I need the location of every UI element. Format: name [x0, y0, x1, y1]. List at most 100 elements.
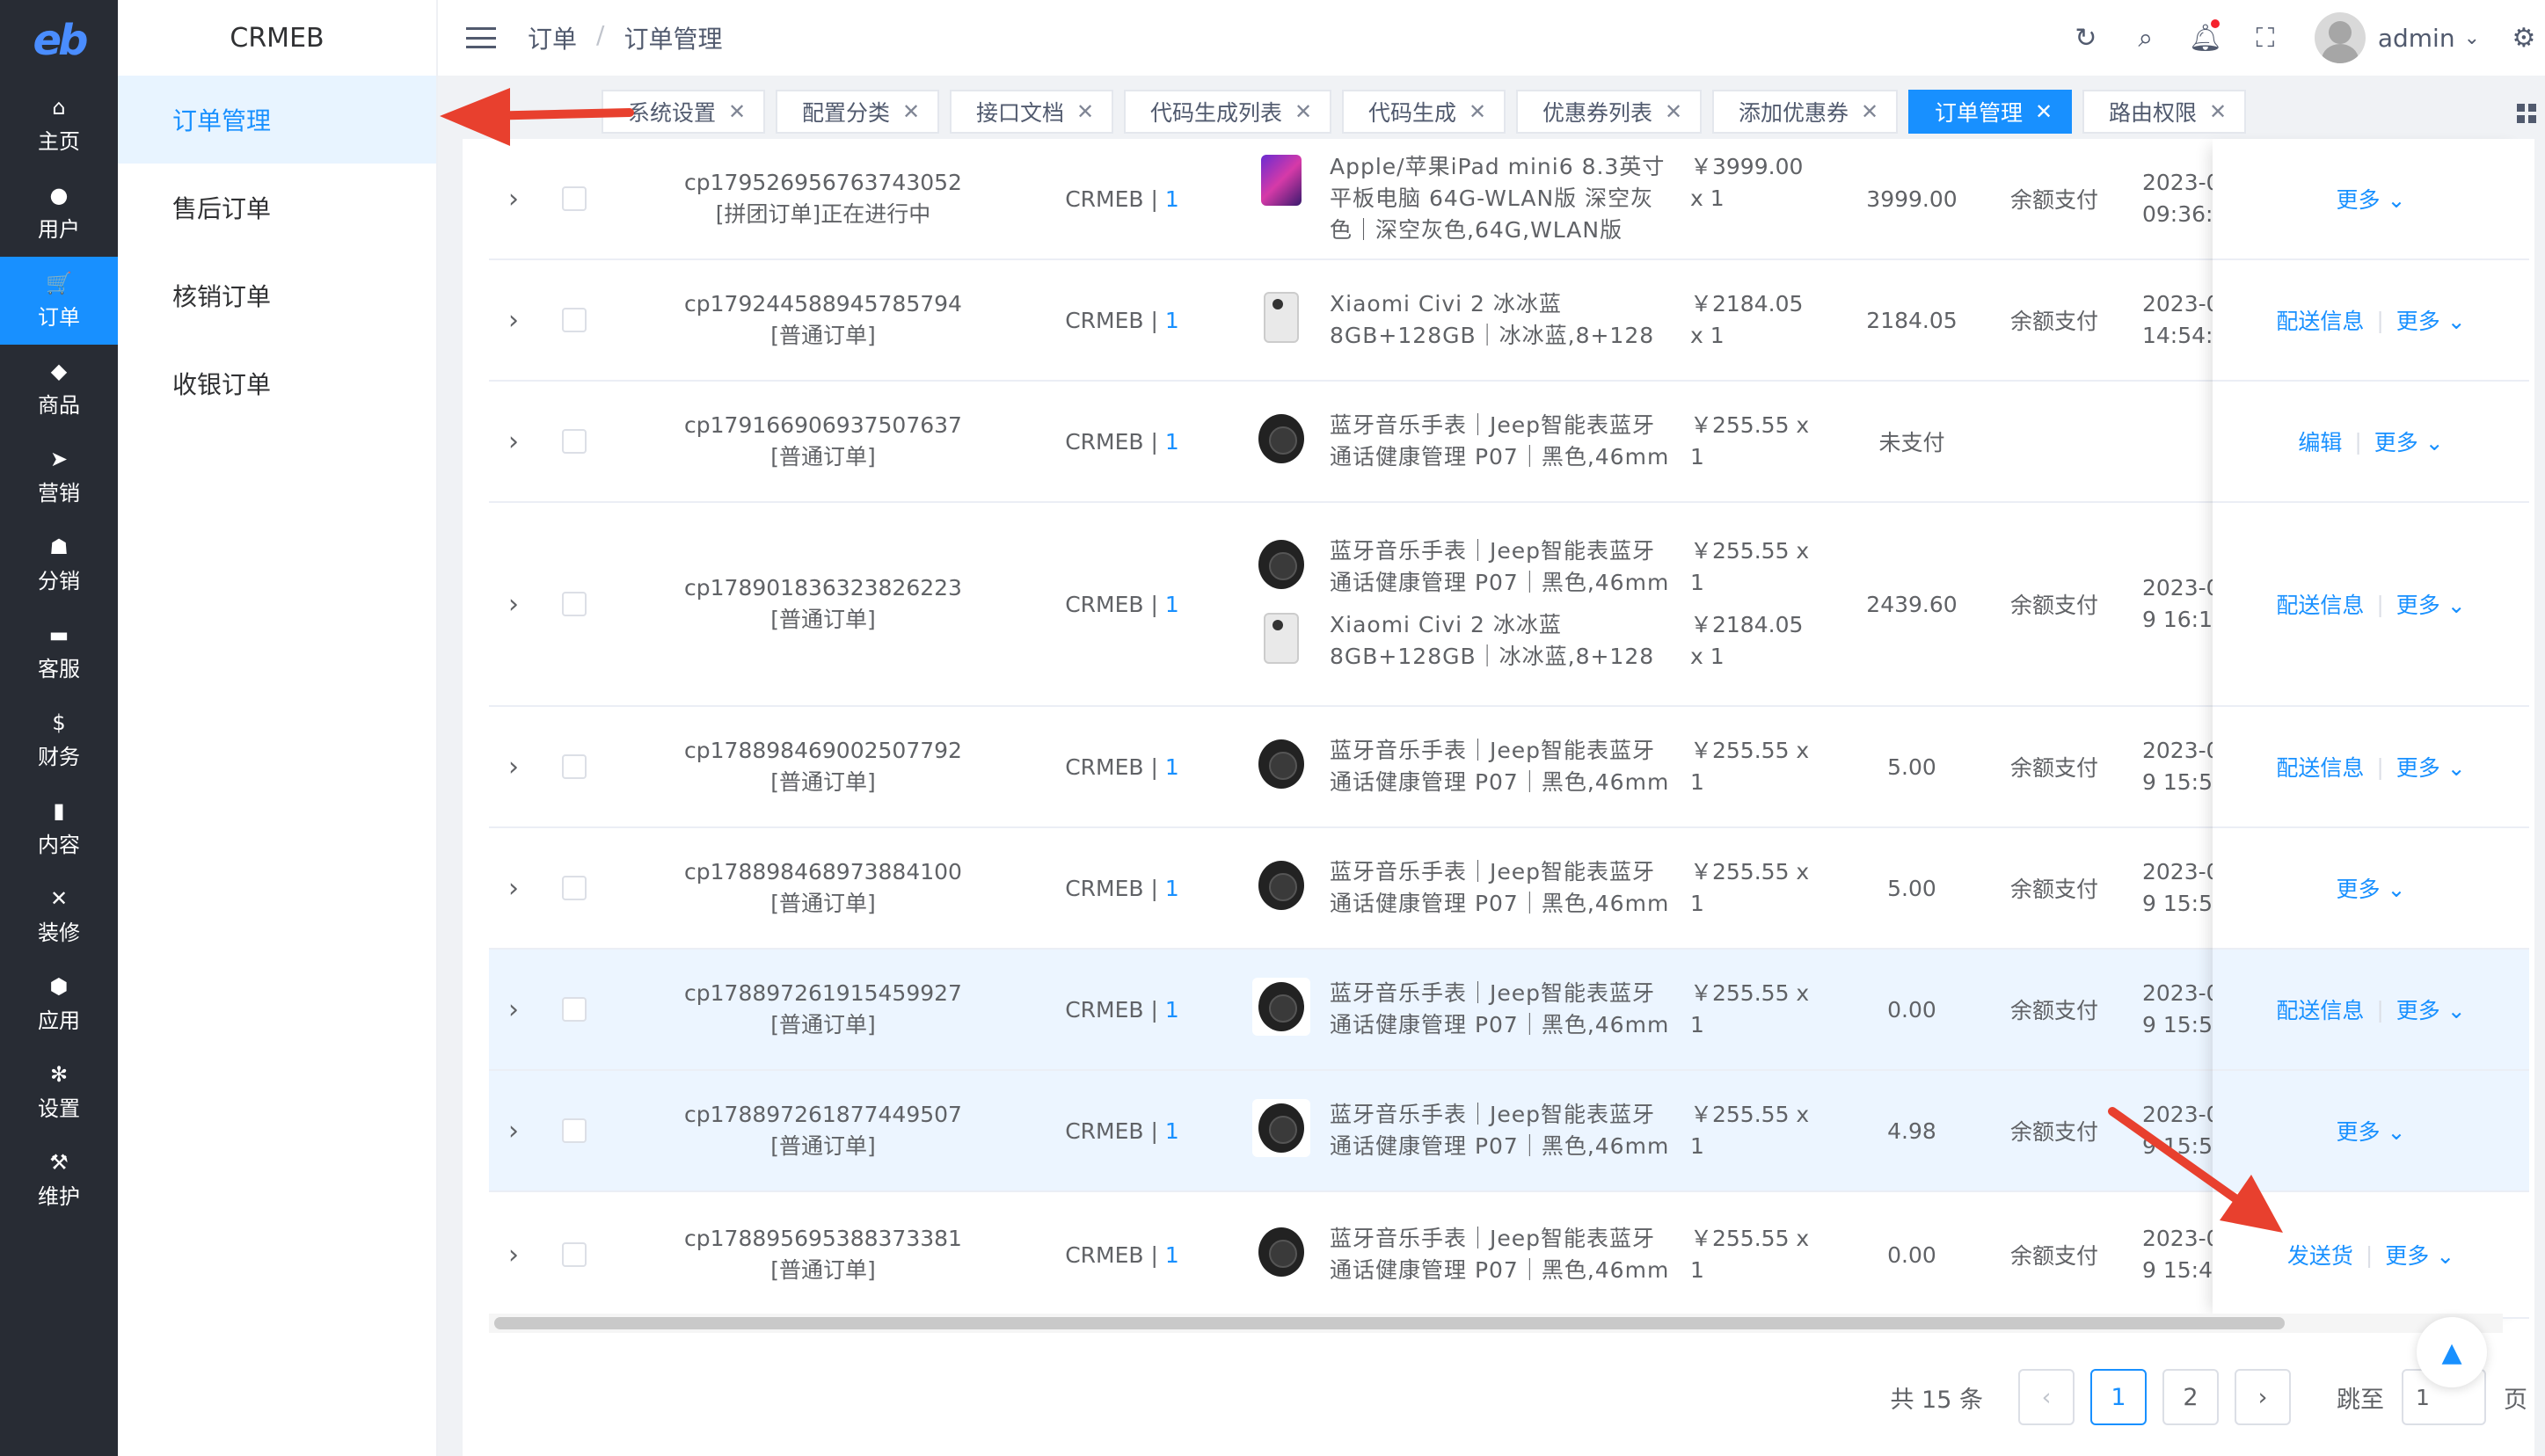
- chevron-down-icon[interactable]: ⌄: [2464, 27, 2480, 49]
- rail-item-6[interactable]: ▬ 客服: [0, 608, 118, 696]
- tab-7[interactable]: 订单管理 ✕: [1908, 90, 2073, 134]
- tab-1[interactable]: 配置分类 ✕: [776, 90, 940, 134]
- close-icon[interactable]: ✕: [902, 99, 920, 124]
- action-link[interactable]: 配送信息: [2276, 751, 2364, 783]
- tab-2[interactable]: 接口文档 ✕: [950, 90, 1114, 134]
- search-icon[interactable]: ⌕: [2116, 23, 2176, 54]
- action-label: 更多: [2336, 877, 2381, 902]
- more-dropdown[interactable]: 更多 ⌄: [2396, 304, 2466, 336]
- action-link[interactable]: 编辑: [2298, 426, 2342, 457]
- row-checkbox[interactable]: [561, 139, 587, 258]
- close-icon[interactable]: ✕: [1076, 99, 1094, 124]
- expand-row-icon[interactable]: ›: [489, 1071, 538, 1190]
- fullscreen-icon[interactable]: ⛶: [2235, 23, 2295, 54]
- horizontal-scrollbar[interactable]: [489, 1314, 2503, 1333]
- next-page-button[interactable]: ›: [2235, 1369, 2291, 1425]
- page-2-button[interactable]: 2: [2162, 1369, 2219, 1425]
- rail-item-0[interactable]: ⌂ 主页: [0, 81, 118, 169]
- tags-menu-icon[interactable]: [2517, 104, 2536, 123]
- row-checkbox[interactable]: [561, 950, 587, 1069]
- row-checkbox[interactable]: [561, 828, 587, 948]
- user-id-link[interactable]: 1: [1165, 186, 1179, 212]
- rail-item-2[interactable]: 🛒 订单: [0, 257, 118, 345]
- user-id-link[interactable]: 1: [1165, 592, 1179, 617]
- order-type: [普通订单]: [770, 323, 876, 348]
- expand-row-icon[interactable]: ›: [489, 382, 538, 501]
- rail-item-5[interactable]: ☗ 分销: [0, 521, 118, 608]
- breadcrumb-item-order[interactable]: 订单: [528, 20, 577, 55]
- user-id-link[interactable]: 1: [1165, 997, 1179, 1023]
- tab-6[interactable]: 添加优惠券 ✕: [1712, 90, 1899, 134]
- tab-5[interactable]: 优惠券列表 ✕: [1516, 90, 1703, 134]
- more-dropdown[interactable]: 更多 ⌄: [2374, 426, 2444, 457]
- close-icon[interactable]: ✕: [1861, 99, 1878, 124]
- user-id-link[interactable]: 1: [1165, 1242, 1179, 1268]
- more-dropdown[interactable]: 更多 ⌄: [2396, 994, 2466, 1025]
- rail-item-11[interactable]: ✻ 设置: [0, 1048, 118, 1136]
- row-checkbox[interactable]: [561, 1192, 587, 1317]
- submenu-item-0[interactable]: 订单管理: [118, 76, 436, 164]
- rail-item-9[interactable]: ✕ 装修: [0, 872, 118, 960]
- close-icon[interactable]: ✕: [1665, 99, 1682, 124]
- username[interactable]: admin: [2378, 24, 2455, 53]
- more-dropdown[interactable]: 更多 ⌄: [2337, 183, 2406, 215]
- order-type: [普通订单]: [770, 769, 876, 795]
- scrollbar-thumb[interactable]: [494, 1317, 2285, 1329]
- close-icon[interactable]: ✕: [2209, 99, 2227, 124]
- rail-item-8[interactable]: ▮ 内容: [0, 784, 118, 872]
- user-id-link[interactable]: 1: [1165, 876, 1179, 901]
- bell-icon[interactable]: 🔔︎: [2176, 18, 2235, 54]
- order-user-cell: CRMEB | 1: [1065, 428, 1179, 455]
- menu-toggle-icon[interactable]: [466, 27, 496, 48]
- prev-page-button[interactable]: ‹: [2018, 1369, 2075, 1425]
- expand-row-icon[interactable]: ›: [489, 950, 538, 1069]
- action-link[interactable]: 配送信息: [2276, 994, 2364, 1025]
- user-id-link[interactable]: 1: [1165, 1118, 1179, 1144]
- app-logo[interactable]: eb: [0, 0, 118, 81]
- expand-row-icon[interactable]: ›: [489, 1192, 538, 1317]
- tab-3[interactable]: 代码生成列表 ✕: [1124, 90, 1332, 134]
- tab-8[interactable]: 路由权限 ✕: [2082, 90, 2247, 134]
- user-id-link[interactable]: 1: [1165, 754, 1179, 780]
- more-dropdown[interactable]: 更多 ⌄: [2337, 1115, 2406, 1147]
- refresh-icon[interactable]: ↻: [2056, 23, 2116, 54]
- settings-gear-icon[interactable]: ⚙: [2506, 23, 2541, 54]
- close-icon[interactable]: ✕: [2035, 99, 2053, 124]
- rail-item-7[interactable]: $ 财务: [0, 696, 118, 784]
- more-dropdown[interactable]: 更多 ⌄: [2337, 872, 2406, 904]
- page-1-button[interactable]: 1: [2090, 1369, 2147, 1425]
- avatar[interactable]: [2314, 12, 2366, 63]
- row-checkbox[interactable]: [561, 707, 587, 826]
- expand-row-icon[interactable]: ›: [489, 503, 538, 705]
- expand-row-icon[interactable]: ›: [489, 828, 538, 948]
- close-icon[interactable]: ✕: [1469, 99, 1486, 124]
- action-link[interactable]: 配送信息: [2276, 588, 2364, 620]
- submenu-item-1[interactable]: 售后订单: [118, 164, 436, 251]
- close-icon[interactable]: ✕: [1294, 99, 1312, 124]
- user-id-link[interactable]: 1: [1165, 429, 1179, 455]
- submenu-item-3[interactable]: 收银订单: [118, 339, 436, 427]
- expand-row-icon[interactable]: ›: [489, 707, 538, 826]
- row-checkbox[interactable]: [561, 382, 587, 501]
- expand-row-icon[interactable]: ›: [489, 139, 538, 258]
- tab-4[interactable]: 代码生成 ✕: [1342, 90, 1506, 134]
- row-checkbox[interactable]: [561, 503, 587, 705]
- action-link[interactable]: 配送信息: [2276, 304, 2364, 336]
- more-dropdown[interactable]: 更多 ⌄: [2396, 588, 2466, 620]
- submenu-item-2[interactable]: 核销订单: [118, 251, 436, 339]
- rail-item-4[interactable]: ➤ 营销: [0, 433, 118, 521]
- row-checkbox[interactable]: [561, 1071, 587, 1190]
- rail-item-12[interactable]: ⚒ 维护: [0, 1136, 118, 1224]
- more-dropdown[interactable]: 更多 ⌄: [2396, 751, 2466, 783]
- more-dropdown[interactable]: 更多 ⌄: [2385, 1239, 2454, 1270]
- back-to-top-button[interactable]: ▲: [2417, 1317, 2487, 1387]
- rail-item-10[interactable]: ⬢ 应用: [0, 960, 118, 1048]
- action-link[interactable]: 发送货: [2287, 1239, 2353, 1270]
- tab-0[interactable]: 系统设置 ✕: [602, 90, 766, 134]
- user-id-link[interactable]: 1: [1165, 308, 1179, 333]
- close-icon[interactable]: ✕: [728, 99, 746, 124]
- rail-item-1[interactable]: ● 用户: [0, 169, 118, 257]
- rail-item-3[interactable]: ◆ 商品: [0, 345, 118, 433]
- expand-row-icon[interactable]: ›: [489, 260, 538, 380]
- row-checkbox[interactable]: [561, 260, 587, 380]
